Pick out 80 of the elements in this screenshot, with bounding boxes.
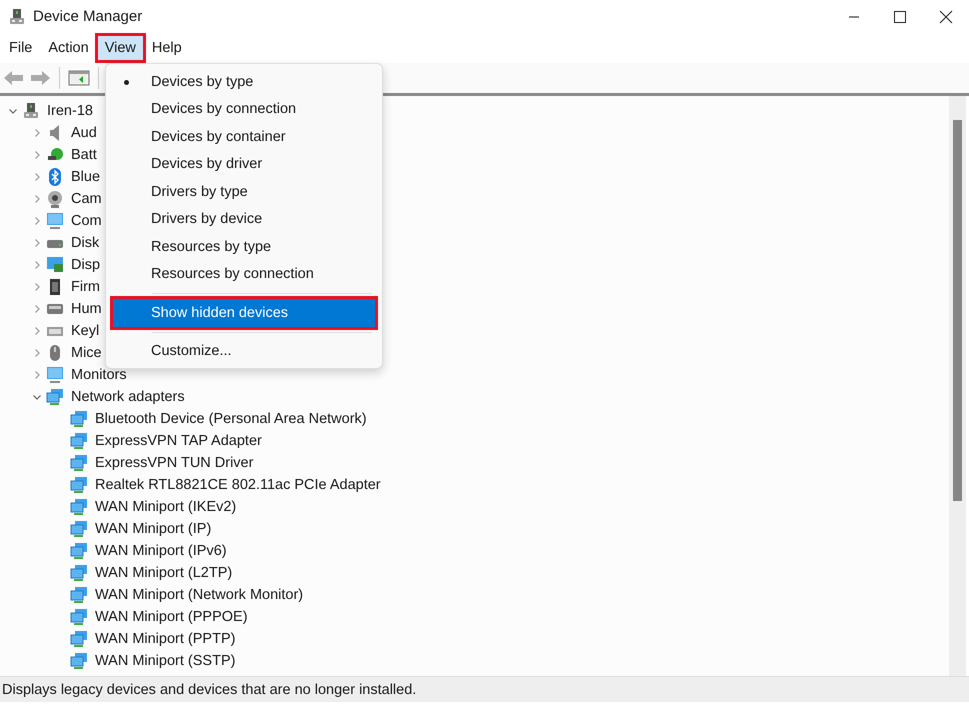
status-text: Displays legacy devices and devices that are no longer installed. — [2, 682, 416, 698]
tree-item[interactable]: ExpressVPN TAP Adapter — [95, 433, 262, 449]
network-icon — [70, 454, 88, 472]
chevron-icon[interactable] — [32, 304, 42, 314]
tree-item[interactable]: WAN Miniport (IPv6) — [95, 543, 227, 559]
bluetooth-icon — [46, 168, 64, 186]
tree-item[interactable]: WAN Miniport (IP) — [95, 521, 212, 537]
menu-option[interactable]: Customize... — [113, 338, 375, 365]
network-icon — [70, 476, 88, 494]
network-icon — [70, 542, 88, 560]
tree-item[interactable]: Cam — [71, 191, 102, 207]
menu-item[interactable]: View — [98, 36, 143, 60]
tree-item[interactable]: Batt — [71, 147, 97, 163]
tree-item[interactable]: Monitors — [71, 367, 127, 383]
monitor-icon — [46, 212, 64, 230]
menu-option[interactable]: Devices by connection — [113, 96, 375, 123]
monitor-icon — [46, 366, 64, 384]
chevron-icon[interactable] — [32, 282, 42, 292]
menu-item[interactable]: Action — [41, 36, 96, 60]
network-icon — [46, 388, 64, 406]
chevron-icon[interactable] — [32, 260, 42, 270]
tree-item[interactable]: Keyl — [71, 323, 100, 339]
app-icon — [8, 8, 26, 26]
properties-icon[interactable] — [68, 69, 90, 87]
tree-item[interactable]: Firm — [71, 279, 100, 295]
network-icon — [70, 564, 88, 582]
network-icon — [70, 432, 88, 450]
network-icon — [70, 498, 88, 516]
tree-item[interactable]: Blue — [71, 169, 100, 185]
chevron-icon[interactable] — [8, 106, 18, 116]
chevron-icon[interactable] — [32, 172, 42, 182]
forward-icon[interactable] — [29, 69, 51, 87]
chevron-icon[interactable] — [32, 370, 42, 380]
menu-item[interactable]: File — [2, 36, 40, 60]
scrollbar-thumb[interactable] — [953, 120, 962, 501]
network-icon — [70, 630, 88, 648]
tree-item[interactable]: Disp — [71, 257, 100, 273]
menu-option[interactable]: Devices by container — [113, 123, 375, 150]
menu-option[interactable]: Resources by connection — [113, 260, 375, 288]
tree-item[interactable]: WAN Miniport (Network Monitor) — [95, 587, 304, 603]
scrollbar[interactable] — [949, 96, 966, 676]
menu-option[interactable]: Resources by type — [113, 233, 375, 260]
tree-item[interactable]: ExpressVPN TUN Driver — [95, 455, 254, 471]
chevron-icon[interactable] — [32, 194, 42, 204]
menu-option[interactable]: Show hidden devices — [113, 299, 375, 326]
tree-item[interactable]: Realtek RTL8821CE 802.11ac PCIe Adapter — [95, 477, 381, 493]
tree-item[interactable]: Aud — [71, 125, 97, 141]
chevron-icon[interactable] — [32, 348, 42, 358]
menu-option[interactable]: Devices by driver — [113, 150, 375, 178]
network-icon — [70, 520, 88, 538]
tree-item[interactable]: Network adapters — [71, 389, 185, 405]
back-icon[interactable] — [3, 69, 25, 87]
tree-item[interactable]: WAN Miniport (PPTP) — [95, 631, 236, 647]
tree-item[interactable]: WAN Miniport (PPPOE) — [95, 609, 248, 625]
tree-item[interactable]: Bluetooth Device (Personal Area Network) — [95, 411, 367, 427]
tree-item[interactable]: WAN Miniport (IKEv2) — [95, 499, 236, 515]
network-icon — [70, 410, 88, 428]
menu-option[interactable]: Drivers by type — [113, 178, 375, 206]
network-icon — [70, 608, 88, 626]
menu-item[interactable]: Help — [144, 36, 189, 60]
webcam-icon — [46, 190, 64, 208]
network-icon — [70, 652, 88, 670]
chevron-icon[interactable] — [32, 128, 42, 138]
tree-item[interactable]: Mice — [71, 345, 102, 361]
chevron-icon[interactable] — [32, 238, 42, 248]
chevron-icon[interactable] — [32, 392, 42, 402]
computer-icon — [22, 102, 40, 120]
display-adapter-icon — [46, 256, 64, 274]
tree-item[interactable]: Hum — [71, 301, 102, 317]
network-icon — [70, 586, 88, 604]
window-title: Device Manager — [33, 8, 142, 25]
chevron-icon[interactable] — [32, 150, 42, 160]
tree-item[interactable]: Com — [71, 213, 102, 229]
chevron-icon[interactable] — [32, 326, 42, 336]
tree-item[interactable]: WAN Miniport (L2TP) — [95, 565, 232, 581]
tree-item[interactable]: Disk — [71, 235, 100, 251]
tree-item[interactable]: Iren-18 — [47, 103, 93, 119]
menu-option[interactable]: Drivers by device — [113, 206, 375, 233]
tree-item[interactable]: WAN Miniport (SSTP) — [95, 653, 236, 669]
chevron-icon[interactable] — [32, 216, 42, 226]
